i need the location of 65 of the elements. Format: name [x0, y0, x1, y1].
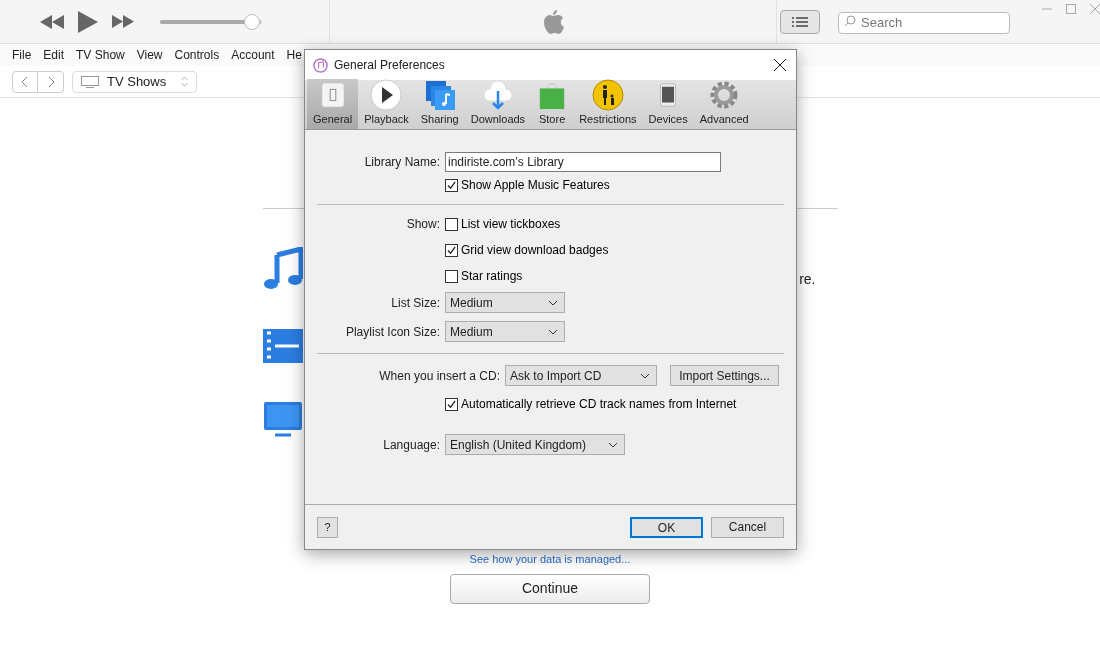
menu-item[interactable]: Edit — [43, 46, 65, 64]
menu-item[interactable]: Account — [231, 46, 275, 64]
media-source-selector[interactable]: TV Shows — [72, 70, 197, 93]
field-label: Library Name: — [363, 154, 440, 171]
tv-icon — [81, 75, 99, 88]
chevron-down-icon — [548, 328, 558, 335]
preferences-tab[interactable]: Playback — [358, 79, 415, 129]
dialog-title: General Preferences — [334, 57, 446, 74]
preferences-tab[interactable]: Downloads — [464, 79, 532, 129]
body-text: re. — [799, 270, 816, 289]
data-link[interactable]: See how your data is managed... — [469, 551, 631, 568]
menu-item[interactable]: TV Show — [76, 46, 125, 64]
menu-item[interactable]: Controls — [174, 46, 220, 64]
play-icon[interactable] — [78, 10, 98, 33]
cancel-button[interactable]: Cancel — [711, 516, 784, 538]
preferences-tab[interactable]: General — [307, 79, 359, 129]
menu-item[interactable]: File — [12, 46, 32, 64]
checkbox-label: List view tickboxes — [461, 216, 561, 233]
dropdown[interactable]: Medium — [445, 292, 565, 313]
up-down-icon — [181, 76, 188, 87]
checkbox[interactable] — [445, 243, 458, 257]
checkbox[interactable] — [445, 217, 458, 231]
preferences-tab[interactable]: Devices — [642, 79, 694, 129]
help-button[interactable]: ? — [317, 516, 338, 538]
film-icon — [262, 329, 303, 363]
menu-item[interactable]: View — [136, 46, 163, 64]
list-icon — [792, 17, 808, 27]
checkbox[interactable] — [445, 397, 458, 411]
fast-forward-icon[interactable] — [112, 15, 134, 28]
dropdown[interactable]: English (United Kingdom) — [445, 434, 625, 455]
preferences-tab[interactable]: Sharing — [414, 79, 465, 129]
checkbox-label: Automatically retrieve CD track names from Internet — [461, 396, 737, 413]
menu-item[interactable]: He — [286, 46, 302, 64]
checkbox-label: Star ratings — [461, 268, 523, 285]
chevron-left-icon — [22, 76, 28, 87]
import-settings-button[interactable]: Import Settings... — [670, 365, 779, 386]
chevron-down-icon — [640, 372, 650, 379]
field-label: Playlist Icon Size: — [344, 323, 440, 341]
checkbox-label: Show Apple Music Features — [461, 177, 610, 194]
chevron-right-icon — [47, 76, 54, 87]
preferences-tab[interactable]: Store — [531, 79, 574, 129]
field-label: List Size: — [390, 294, 440, 312]
library-name-field[interactable]: indiriste.com’s Library — [445, 152, 721, 172]
checkbox[interactable] — [445, 178, 458, 192]
continue-button[interactable]: Continue — [450, 573, 650, 604]
field-label: When you insert a CD: — [378, 367, 500, 385]
chevron-down-icon — [608, 441, 618, 448]
list-view-button[interactable] — [780, 10, 820, 34]
ok-button[interactable]: OK — [630, 516, 703, 538]
checkbox[interactable] — [445, 269, 458, 283]
chevron-down-icon — [548, 299, 558, 306]
monitor-icon — [262, 401, 303, 437]
dropdown[interactable]: Medium — [445, 321, 565, 342]
close-icon[interactable] — [774, 59, 786, 71]
volume-thumb[interactable] — [243, 13, 260, 30]
search-icon — [844, 15, 856, 27]
rewind-icon[interactable] — [40, 14, 64, 29]
preferences-tab[interactable]: Restrictions — [573, 79, 643, 129]
search-field[interactable]: Search — [838, 11, 1010, 34]
preferences-tab[interactable]: Advanced — [693, 79, 755, 129]
family-icon — [591, 78, 624, 111]
field-label: Show: — [405, 216, 440, 233]
field-label: Language: — [382, 436, 440, 454]
dropdown[interactable]: Ask to Import CD — [505, 365, 657, 386]
checkbox-label: Grid view download badges — [461, 242, 609, 259]
